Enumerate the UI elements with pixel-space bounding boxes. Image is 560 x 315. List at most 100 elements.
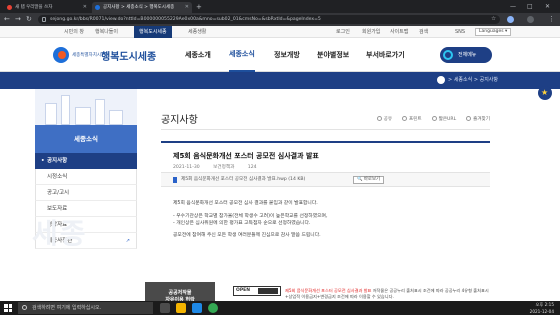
sejong-logo-icon	[53, 47, 69, 63]
short-url-button[interactable]: 짧은URL	[431, 116, 456, 122]
util-link-life[interactable]: 세종생활	[188, 26, 206, 38]
edge-icon[interactable]	[192, 303, 202, 313]
util-link-outing[interactable]: 행복나들이	[95, 26, 118, 38]
reload-button[interactable]: ↻	[26, 13, 32, 26]
browser-tab-1[interactable]: 새 탭 우리말을 쓰자 ✕	[4, 2, 90, 13]
body-paragraph: 제5회 음식문화개선 포스터 공모전 심사 결과를 붙임과 같이 발표합니다.	[173, 201, 318, 206]
close-window-button[interactable]: ✕	[545, 1, 550, 12]
search-icon	[22, 305, 27, 310]
url-text: sejong.go.kr/bbs/R0071/view.do?nttId=B00…	[50, 17, 321, 22]
tab-2-label: 공지사항 > 세종소식 > 행복도시세종	[103, 5, 175, 10]
clock-time: 오후 2:15	[535, 302, 554, 307]
page-tools: 공유 프린트 짧은URL 즐겨찾기	[369, 115, 490, 122]
address-bar: ← → ↻ sejong.go.kr/bbs/R0071/view.do?ntt…	[0, 13, 560, 26]
windows-start-icon[interactable]	[4, 304, 12, 312]
forward-button[interactable]: →	[15, 13, 21, 26]
view-button-label: 바로보기	[363, 177, 381, 182]
tab-close-icon[interactable]: ✕	[83, 2, 87, 13]
language-select[interactable]: Languages ▾	[475, 28, 512, 36]
kogl-open-label: OPEN	[236, 288, 250, 293]
building-shape	[95, 99, 105, 125]
file-explorer-icon[interactable]	[176, 303, 186, 313]
language-label: Languages	[479, 29, 504, 34]
link-icon	[431, 116, 437, 121]
sidebar-title: 세종소식	[35, 125, 137, 153]
post-meta: 2021-11-30 보건정책과 124	[173, 164, 269, 170]
kogl-notice: 제5회 음식문화개선 포스터 공모전 심사결과 발표 저작물은 공공누리 출처표…	[285, 288, 490, 300]
post-view: 제5회 음식문화개선 포스터 공모전 심사결과 발표 2021-11-30 보건…	[161, 141, 490, 303]
tab-close-icon[interactable]: ✕	[185, 2, 189, 13]
title-divider	[161, 129, 490, 130]
home-icon[interactable]	[437, 75, 446, 84]
tab-1-label: 새 탭 우리말을 쓰자	[15, 5, 53, 10]
share-label: 공유	[383, 117, 393, 122]
post-department: 보건정책과	[213, 165, 235, 170]
sitemap-link[interactable]: 사이트맵	[390, 26, 408, 38]
clock-date: 2021-12-04	[529, 309, 554, 314]
util-link-citizen[interactable]: 시민의 창	[64, 26, 84, 38]
chrome-icon[interactable]	[208, 303, 218, 313]
left-sidebar: 세종소식 공지사항 시정소식 공고/고시 보도자료 영상자료 세종사진관 ↗	[35, 89, 137, 315]
sidebar-item-city-news[interactable]: 시정소식	[35, 169, 137, 185]
minimize-button[interactable]: —	[510, 1, 516, 12]
logo-subtitle: 세종특별자치시	[72, 53, 101, 58]
tab-favicon-icon	[7, 5, 12, 10]
body-paragraph: - 개인상은 심사위원에 의한 평가표 고득점자 순으로 선정하였습니다.	[173, 220, 311, 226]
post-title: 제5회 음식문화개선 포스터 공모전 심사결과 발표	[173, 152, 319, 160]
sns-link[interactable]: SNS	[455, 26, 465, 38]
view-button[interactable]: 🔍 바로보기	[353, 176, 385, 184]
task-view-icon[interactable]	[160, 303, 170, 313]
windows-taskbar: 검색하려면 여기에 입력하십시오. 오후 2:15 2021-12-04	[0, 301, 560, 315]
kogl-type-icon	[258, 288, 278, 294]
new-tab-button[interactable]: +	[196, 2, 202, 13]
menu-field-info[interactable]: 분야별정보	[317, 38, 349, 72]
share-button[interactable]: 공유	[376, 116, 393, 122]
building-shape	[45, 103, 57, 125]
external-link-icon: ↗	[125, 238, 130, 244]
breadcrumb: > 세종소식 > 공지사항	[437, 72, 498, 89]
star-icon	[466, 116, 472, 121]
sidebar-item-notice[interactable]: 공지사항	[35, 153, 137, 169]
browser-menu-icon[interactable]: ⋮	[548, 13, 555, 26]
browser-tab-2[interactable]: 공지사항 > 세종소식 > 행복도시세종 ✕	[92, 2, 192, 13]
attachment-row: 제5회 음식문화개선 포스터 공모전 심사결과 발표.hwp (14 KB) 🔍…	[161, 173, 490, 187]
browser-tab-bar: 새 탭 우리말을 쓰자 ✕ 공지사항 > 세종소식 > 행복도시세종 ✕ + —…	[0, 0, 560, 13]
menu-ring-icon	[443, 50, 453, 60]
system-clock[interactable]: 오후 2:15 2021-12-04	[530, 301, 554, 315]
menu-news[interactable]: 세종소식	[229, 38, 255, 72]
print-button[interactable]: 프린트	[401, 116, 422, 122]
back-button[interactable]: ←	[4, 13, 10, 26]
search-link[interactable]: 검색	[419, 26, 428, 38]
taskbar-search-input[interactable]: 검색하려면 여기에 입력하십시오.	[18, 302, 153, 314]
maximize-button[interactable]: □	[527, 1, 533, 12]
menu-open-info[interactable]: 정보개방	[274, 38, 300, 72]
share-icon	[376, 116, 382, 121]
post-header: 제5회 음식문화개선 포스터 공모전 심사결과 발표 2021-11-30 보건…	[161, 143, 490, 173]
util-link-happy-city[interactable]: 행복도시세종	[134, 26, 172, 38]
profile-avatar-icon[interactable]	[527, 16, 534, 23]
all-menu-button[interactable]: 전체메뉴	[440, 47, 492, 63]
extension-icon[interactable]	[507, 16, 514, 23]
print-label: 프린트	[408, 117, 422, 122]
favorite-button[interactable]: 즐겨찾기	[466, 116, 490, 122]
bookmark-star-icon[interactable]: ☆	[491, 15, 496, 24]
menu-departments[interactable]: 부서바로가기	[366, 38, 405, 72]
lock-icon	[42, 17, 46, 22]
site-utility-bar: 시민의 창 행복나들이 행복도시세종 세종생활 로그인 회원가입 사이트맵 검색…	[0, 26, 560, 38]
building-shape	[61, 95, 70, 125]
login-link[interactable]: 로그인	[336, 26, 350, 38]
url-field[interactable]: sejong.go.kr/bbs/R0071/view.do?nttId=B00…	[38, 15, 500, 24]
tab-favicon-icon	[95, 5, 100, 10]
signup-link[interactable]: 회원가입	[362, 26, 380, 38]
main-navigation: 세종특별자치시 행복도시세종 세종소개 세종소식 정보개방 분야별정보 부서바로…	[0, 38, 560, 72]
menu-intro[interactable]: 세종소개	[185, 38, 211, 72]
building-shape	[75, 107, 91, 125]
breadcrumb-path: > 세종소식 > 공지사항	[448, 77, 498, 83]
kogl-badge: OPEN	[233, 286, 281, 296]
sidebar-item-announcements[interactable]: 공고/고시	[35, 185, 137, 201]
floating-quick-button[interactable]	[538, 86, 552, 100]
attachment-link[interactable]: 제5회 음식문화개선 포스터 공모전 심사결과 발표.hwp (14 KB)	[181, 173, 305, 187]
file-icon	[173, 177, 177, 183]
post-body: 제5회 음식문화개선 포스터 공모전 심사 결과를 붙임과 같이 발표합니다. …	[173, 201, 478, 246]
post-date: 2021-11-30	[173, 165, 200, 170]
